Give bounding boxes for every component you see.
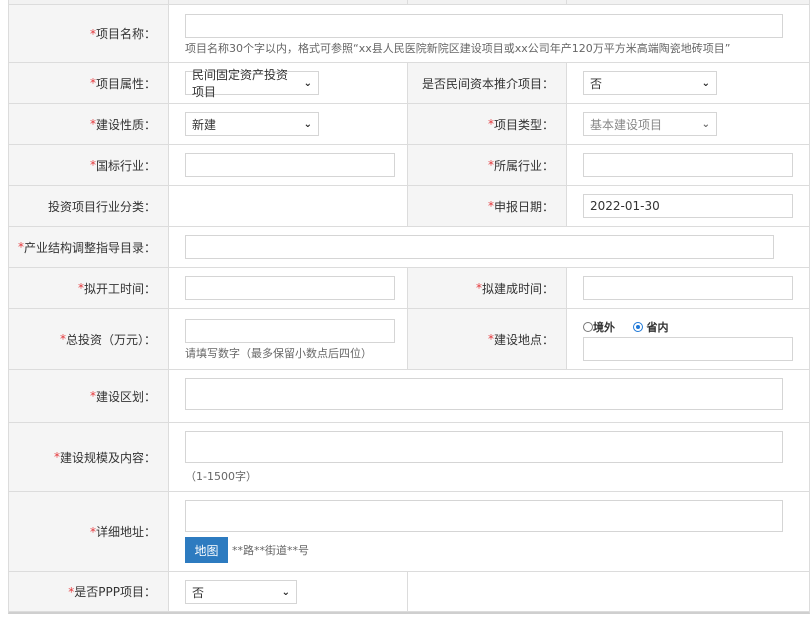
- row-ppp: * 是否PPP项目： 否 ⌄: [9, 572, 809, 612]
- belong-industry-label: * 所属行业：: [407, 145, 566, 185]
- build-scale-hint: （1-1500字）: [185, 470, 257, 483]
- total-invest-hint: 请填写数字（最多保留小数点后四位）: [185, 347, 372, 360]
- build-location-cell: 境外 省内: [566, 309, 809, 369]
- industry-class-cell: [168, 186, 407, 226]
- build-nature-cell: 新建 ⌄: [168, 104, 407, 144]
- detail-address-cell: 地图 **路**街道**号: [168, 492, 809, 571]
- row-schedule: * 拟开工时间： * 拟建成时间：: [9, 268, 809, 309]
- start-time-label: * 拟开工时间：: [9, 268, 168, 308]
- total-invest-cell: 请填写数字（最多保留小数点后四位）: [168, 309, 407, 369]
- row-invest-location: * 总投资（万元）： 请填写数字（最多保留小数点后四位） * 建设地点： 境外 省内: [9, 309, 809, 370]
- chevron-down-icon: ⌄: [281, 586, 290, 598]
- apply-date-label: * 申报日期：: [407, 186, 566, 226]
- industry-class-label: 投资项目行业分类：: [9, 186, 168, 226]
- start-time-input[interactable]: [185, 276, 395, 300]
- apply-date-input[interactable]: [583, 194, 793, 218]
- radio-domestic-label[interactable]: 省内: [647, 321, 669, 334]
- finish-time-label: * 拟建成时间：: [407, 268, 566, 308]
- build-location-label: * 建设地点：: [407, 309, 566, 369]
- ppp-select[interactable]: 否 ⌄: [185, 580, 297, 604]
- apply-date-cell: [566, 186, 809, 226]
- project-name-cell: 项目名称30个字以内，格式可参照“xx县人民医院新院区建设项目或xx公司年产12…: [168, 5, 809, 62]
- radio-abroad-label[interactable]: 境外: [593, 321, 615, 334]
- ppp-label: * 是否PPP项目：: [9, 572, 168, 611]
- start-time-cell: [168, 268, 407, 308]
- private-promo-label: 是否民间资本推介项目：: [407, 63, 566, 103]
- build-nature-label: * 建设性质：: [9, 104, 168, 144]
- industry-catalog-cell: [168, 227, 809, 267]
- project-attr-label: * 项目属性：: [9, 63, 168, 103]
- project-name-label: * 项目名称：: [9, 5, 168, 62]
- row-industry: * 国标行业： * 所属行业：: [9, 145, 809, 186]
- chevron-down-icon: ⌄: [303, 77, 312, 89]
- national-industry-label: * 国标行业：: [9, 145, 168, 185]
- row-build-zone: * 建设区划：: [9, 370, 809, 423]
- location-radio-group: 境外 省内: [583, 319, 669, 335]
- row-project-name: * 项目名称： 项目名称30个字以内，格式可参照“xx县人民医院新院区建设项目或x…: [9, 5, 809, 63]
- project-type-cell: 基本建设项目 ⌄: [566, 104, 809, 144]
- radio-abroad[interactable]: [583, 322, 593, 332]
- total-invest-input[interactable]: [185, 319, 395, 343]
- belong-industry-cell: [566, 145, 809, 185]
- total-invest-label: * 总投资（万元）：: [9, 309, 168, 369]
- radio-domestic[interactable]: [632, 322, 643, 332]
- map-button[interactable]: 地图: [185, 537, 228, 563]
- ppp-cell: 否 ⌄: [168, 572, 407, 611]
- industry-catalog-input[interactable]: [185, 235, 774, 259]
- row-build-nature: * 建设性质： 新建 ⌄ * 项目类型： 基本建设项目 ⌄: [9, 104, 809, 145]
- project-type-label: * 项目类型：: [407, 104, 566, 144]
- national-industry-cell: [168, 145, 407, 185]
- belong-industry-input[interactable]: [583, 153, 793, 177]
- ppp-empty-cell: [407, 572, 809, 611]
- project-name-hint: 项目名称30个字以内，格式可参照“xx县人民医院新院区建设项目或xx公司年产12…: [185, 42, 731, 55]
- build-zone-textarea[interactable]: [185, 378, 783, 410]
- chevron-down-icon: ⌄: [303, 118, 312, 130]
- chevron-down-icon: ⌄: [701, 118, 710, 130]
- project-attr-cell: 民间固定资产投资项目 ⌄: [168, 63, 407, 103]
- finish-time-cell: [566, 268, 809, 308]
- project-type-select[interactable]: 基本建设项目 ⌄: [583, 112, 717, 136]
- detail-address-hint: **路**街道**号: [232, 544, 309, 557]
- industry-catalog-label: * 产业结构调整指导目录：: [9, 227, 168, 267]
- row-industry-catalog: * 产业结构调整指导目录：: [9, 227, 809, 268]
- build-scale-textarea[interactable]: [185, 431, 783, 463]
- project-attr-select[interactable]: 民间固定资产投资项目 ⌄: [185, 68, 319, 99]
- build-scale-cell: （1-1500字）: [168, 423, 809, 491]
- build-scale-label: * 建设规模及内容：: [9, 423, 168, 491]
- detail-address-textarea[interactable]: [185, 500, 783, 532]
- build-zone-label: * 建设区划：: [9, 370, 168, 422]
- finish-time-input[interactable]: [583, 276, 793, 300]
- row-build-scale: * 建设规模及内容： （1-1500字）: [9, 423, 809, 492]
- project-name-input[interactable]: [185, 14, 783, 38]
- build-nature-select[interactable]: 新建 ⌄: [185, 112, 319, 136]
- row-detail-address: * 详细地址： 地图 **路**街道**号: [9, 492, 809, 572]
- row-industry-class: 投资项目行业分类： * 申报日期：: [9, 186, 809, 227]
- chevron-down-icon: ⌄: [701, 77, 710, 89]
- private-promo-cell: 否 ⌄: [566, 63, 809, 103]
- detail-address-label: * 详细地址：: [9, 492, 168, 571]
- private-promo-select[interactable]: 否 ⌄: [583, 71, 717, 95]
- row-project-attr: * 项目属性： 民间固定资产投资项目 ⌄ 是否民间资本推介项目： 否 ⌄: [9, 63, 809, 104]
- build-location-input[interactable]: [583, 337, 793, 361]
- national-industry-input[interactable]: [185, 153, 395, 177]
- build-zone-cell: [168, 370, 809, 422]
